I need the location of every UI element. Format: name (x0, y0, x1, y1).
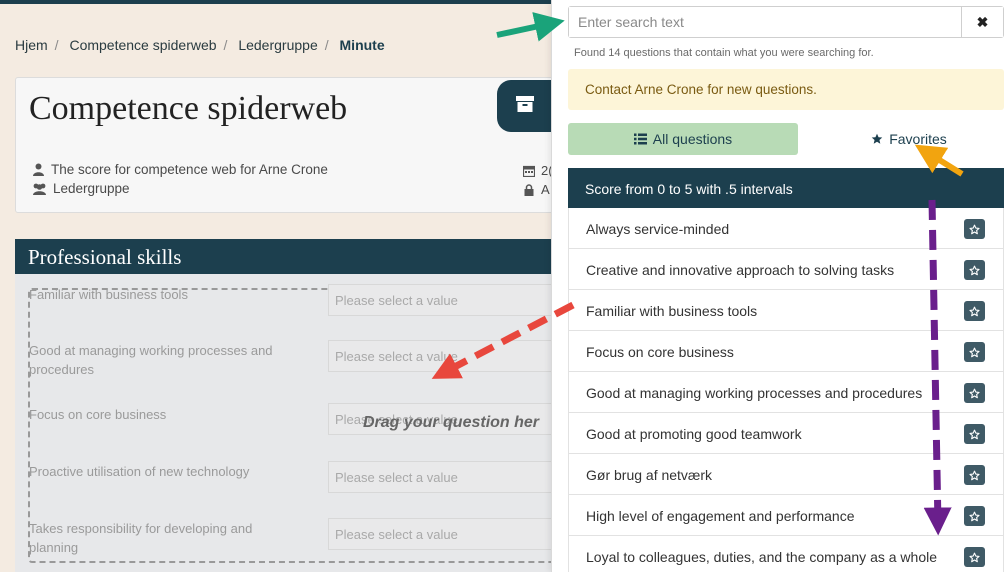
question-text: Good at promoting good teamwork (586, 426, 802, 442)
question-row[interactable]: Creative and innovative approach to solv… (568, 249, 1004, 290)
question-dropzone[interactable]: Familiar with business tools Please sele… (15, 274, 628, 572)
description-row: The score for competence web for Arne Cr… (32, 162, 328, 177)
close-icon: ✖ (976, 13, 989, 30)
question-row[interactable]: Gør brug af netværk (568, 454, 1004, 495)
date-row: 2( (523, 163, 553, 178)
favorite-button[interactable] (964, 465, 985, 485)
question-text: Always service-minded (586, 221, 730, 237)
star-icon (871, 133, 883, 144)
header-card: Competence spiderweb The score for compe… (15, 77, 577, 213)
green-arrow (496, 12, 565, 42)
star-outline-icon (969, 470, 980, 480)
status-text: A (541, 182, 550, 197)
user-icon (33, 163, 44, 176)
calendar-icon (523, 165, 535, 177)
favorite-button[interactable] (964, 219, 985, 239)
star-outline-icon (969, 552, 980, 562)
question-text: Loyal to colleagues, duties, and the com… (586, 549, 938, 565)
favorite-button[interactable] (964, 547, 985, 567)
favorite-button[interactable] (964, 301, 985, 321)
clear-search-button[interactable]: ✖ (961, 7, 1003, 37)
breadcrumb-item-ledergruppe[interactable]: Ledergruppe (238, 37, 317, 53)
question-row[interactable]: Always service-minded (568, 208, 1004, 249)
question-row[interactable]: Focus on core business (568, 331, 1004, 372)
tab-favorites-label: Favorites (889, 131, 947, 147)
status-row: A (523, 182, 550, 197)
bg-question: Good at managing working processes and p… (29, 343, 273, 377)
breadcrumb: Hjem / Competence spiderweb / Ledergruppe /… (15, 37, 385, 53)
favorite-button[interactable] (964, 383, 985, 403)
bg-question: Focus on core business (29, 407, 167, 422)
info-alert: Contact Arne Crone for new questions. (568, 69, 1004, 110)
group-row: Ledergruppe (32, 181, 130, 196)
list-icon (633, 133, 647, 145)
question-row[interactable]: Good at managing working processes and p… (568, 372, 1004, 413)
favorite-button[interactable] (964, 424, 985, 444)
star-outline-icon (969, 265, 980, 275)
star-outline-icon (969, 511, 980, 521)
search-result-count: Found 14 questions that contain what you… (574, 47, 874, 59)
tab-all-label: All questions (652, 131, 733, 147)
search-box: ✖ (568, 6, 1004, 38)
question-text: Gør brug af netværk (586, 467, 713, 483)
star-outline-icon (969, 306, 980, 316)
bg-score-select[interactable]: Please select a value (328, 461, 568, 493)
question-list: Always service-minded Creative and innova… (568, 208, 1004, 572)
bg-question: Familiar with business tools (29, 287, 188, 302)
bg-question: Takes responsibility for developing and … (29, 521, 253, 555)
drag-hint: Drag your question her (363, 414, 540, 431)
section-header: Professional skills (15, 239, 575, 274)
users-icon (33, 183, 46, 195)
star-outline-icon (969, 429, 980, 439)
archive-icon (516, 96, 534, 112)
group-text: Ledergruppe (53, 181, 130, 196)
breadcrumb-item-home[interactable]: Hjem (15, 37, 48, 53)
tab-favorites[interactable]: Favorites (814, 123, 1004, 155)
question-row[interactable]: High level of engagement and performance (568, 495, 1004, 536)
star-outline-icon (969, 347, 980, 357)
question-text: Creative and innovative approach to solv… (586, 262, 895, 278)
breadcrumb-item-competence-spiderweb[interactable]: Competence spiderweb (69, 37, 216, 53)
question-row[interactable]: Familiar with business tools (568, 290, 1004, 331)
score-header: Score from 0 to 5 with .5 intervals (568, 168, 1004, 208)
description-text: The score for competence web for Arne Cr… (51, 162, 328, 177)
question-text: Familiar with business tools (586, 303, 758, 319)
favorite-button[interactable] (964, 342, 985, 362)
breadcrumb-item-active: Minute (339, 37, 385, 53)
question-text: High level of engagement and performance (586, 508, 855, 524)
star-outline-icon (969, 388, 980, 398)
question-row[interactable]: Loyal to colleagues, duties, and the com… (568, 536, 1004, 572)
question-text: Good at managing working processes and p… (586, 385, 923, 401)
bg-score-select[interactable]: Please select a value (328, 284, 568, 316)
question-row[interactable]: Good at promoting good teamwork (568, 413, 1004, 454)
page-title: Competence spiderweb (29, 90, 348, 127)
search-input[interactable] (569, 7, 962, 37)
question-text: Focus on core business (586, 344, 734, 360)
bg-score-select[interactable]: Please select a value (328, 340, 568, 372)
bg-score-select[interactable]: Please select a value (328, 518, 568, 550)
favorite-button[interactable] (964, 506, 985, 526)
question-panel: ✖ Found 14 questions that contain what y… (551, 0, 1004, 572)
lock-icon (524, 183, 534, 196)
tab-all-questions[interactable]: All questions (568, 123, 798, 155)
bg-question: Proactive utilisation of new technology (29, 464, 250, 479)
favorite-button[interactable] (964, 260, 985, 280)
star-outline-icon (969, 224, 980, 234)
